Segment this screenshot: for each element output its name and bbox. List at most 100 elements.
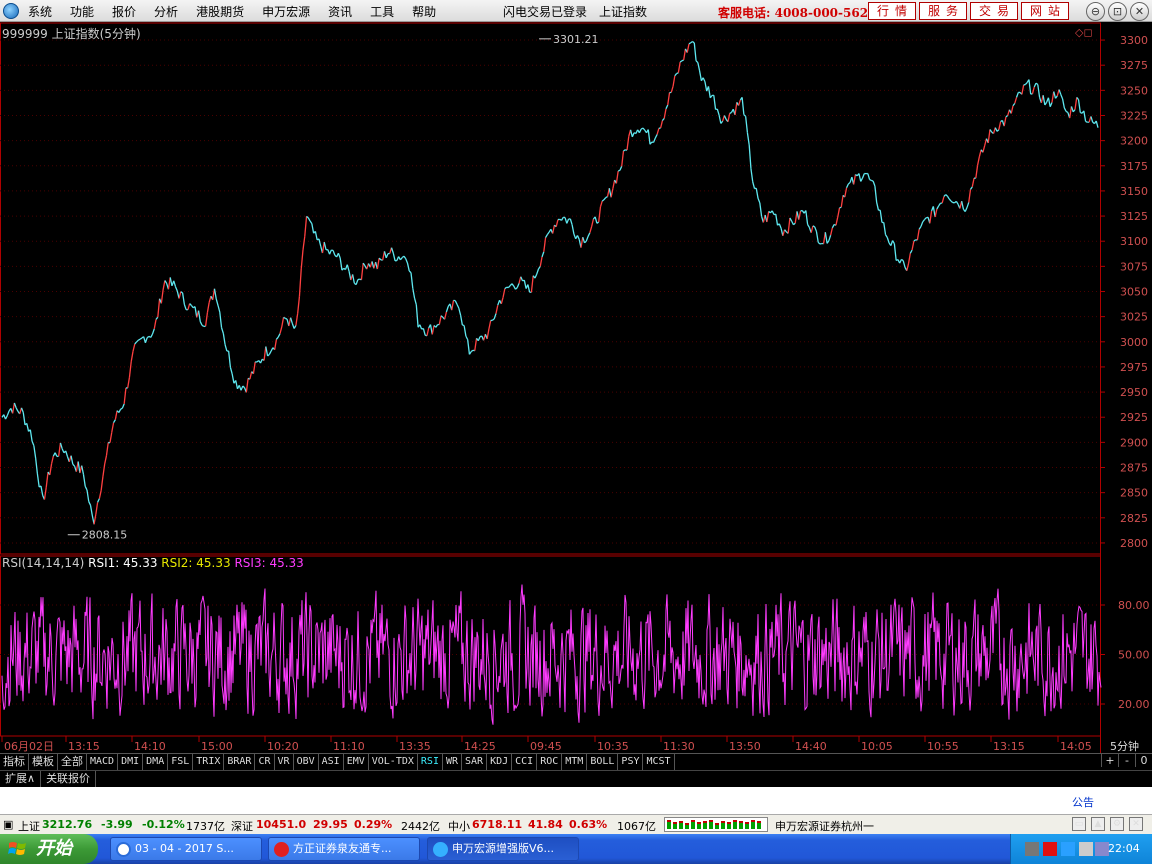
antivirus-icon[interactable] [1043,842,1057,856]
indicator-rsi[interactable]: RSI [418,754,443,770]
price-segment [70,455,74,465]
price-segment [302,236,306,250]
indicator-dmi[interactable]: DMI [118,754,144,770]
price-segment [1031,86,1035,94]
input-method-icon[interactable] [1095,842,1109,856]
minimize-icon[interactable]: ⊖ [1086,2,1105,21]
price-segment [922,219,925,223]
quick-button-2[interactable]: 交易 [970,2,1018,20]
menu-item-3[interactable]: 分析 [154,3,178,20]
price-segment [546,231,550,236]
menu-item-8[interactable]: 帮助 [412,3,436,20]
price-segment [283,316,286,319]
price-segment [929,210,933,224]
price-segment [941,196,945,204]
volume-bar [691,820,695,829]
indicator-macd[interactable]: MACD [87,754,119,770]
price-segment [357,278,360,281]
indicator-cat-2[interactable]: 全部 [58,754,87,770]
menu-item-2[interactable]: 报价 [112,3,136,20]
volume-icon[interactable] [1079,842,1093,856]
app-logo-icon[interactable] [3,3,19,19]
price-segment [128,361,132,378]
indicator-dma[interactable]: DMA [143,754,169,770]
indicator-mcst[interactable]: MCST [643,754,675,770]
menu-item-7[interactable]: 工具 [370,3,394,20]
sh-pct: -0.12% [142,818,185,831]
sz-label: 深证 [231,820,253,833]
price-segment [936,205,940,210]
time-label: 06月02日 [4,740,54,753]
close-window-icon[interactable]: ✕ [1130,2,1149,21]
indicator-asi[interactable]: ASI [319,754,344,770]
price-segment [571,224,575,235]
task-shenwan[interactable]: 申万宏源增强版V6... [427,837,579,861]
menu-item-0[interactable]: 系统 [28,3,52,20]
quick-button-0[interactable]: 行情 [868,2,916,20]
restore-icon[interactable]: ⊡ [1108,2,1127,21]
menu-item-4[interactable]: 港股期货 [196,3,244,20]
quick-button-3[interactable]: 网站 [1021,2,1069,20]
indicator-obv[interactable]: OBV [294,754,319,770]
indicator-cr[interactable]: CR [255,754,275,770]
signal-icon[interactable]: ▲ [1091,817,1105,831]
price-segment [720,120,724,124]
window-icon[interactable]: ▭ [1072,817,1086,831]
ext-tab-1[interactable]: 关联报价 [41,771,97,787]
indicator-brar[interactable]: BRAR [224,754,256,770]
ticker-icon[interactable]: ▣ [3,818,13,831]
ie-icon [116,842,131,857]
indicator-control-0[interactable]: + [1101,754,1118,767]
indicator-psy[interactable]: PSY [618,754,644,770]
price-segment [72,463,76,467]
gear-icon[interactable]: ⚙ [1110,817,1124,831]
price-segment [174,286,178,292]
indicator-kdj[interactable]: KDJ [487,754,513,770]
indicator-trix[interactable]: TRIX [193,754,225,770]
shenwan-icon [433,842,448,857]
shenwan-tray-icon[interactable] [1061,842,1075,856]
price-segment [144,337,148,344]
notice-link[interactable]: 公告 [1072,794,1094,810]
price-tick-label: 2850 [1120,487,1148,500]
ext-tab-0[interactable]: 扩展∧ [0,771,42,787]
indicator-cat-1[interactable]: 模板 [29,754,58,770]
indicator-emv[interactable]: EMV [344,754,369,770]
start-button[interactable]: 开始 [0,834,98,864]
indicator-control-2[interactable]: 0 [1135,754,1152,767]
price-segment [1069,106,1073,119]
quick-button-1[interactable]: 服务 [919,2,967,20]
network-icon[interactable] [1025,842,1039,856]
indicator-wr[interactable]: WR [443,754,463,770]
price-segment [516,283,520,288]
price-segment [695,60,699,64]
price-tick-label: 3175 [1120,160,1148,173]
price-segment [948,198,952,202]
period-label: 5分钟 [1110,739,1139,753]
price-segment [541,251,545,258]
menu-item-1[interactable]: 功能 [70,3,94,20]
indicator-cat-0[interactable]: 指标 [0,754,29,770]
indicator-cci[interactable]: CCI [512,754,538,770]
task-browser[interactable]: 03 - 04 - 2017 S... [110,837,262,861]
volume-bar [733,820,737,829]
indicator-sar[interactable]: SAR [462,754,488,770]
indicator-fsl[interactable]: FSL [168,754,194,770]
kline-chart[interactable]: 3301.212808.15 2800282528502875290029252… [0,22,1152,753]
time-label: 10:20 [267,740,299,753]
menu-item-6[interactable]: 资讯 [328,3,352,20]
indicator-vr[interactable]: VR [275,754,294,770]
indicator-boll[interactable]: BOLL [587,754,619,770]
menu-item-5[interactable]: 申万宏源 [262,3,310,20]
indicator-roc[interactable]: ROC [537,754,563,770]
price-segment [121,403,125,409]
indicator-vol-tdx[interactable]: VOL-TDX [369,754,418,770]
price-segment [968,189,972,203]
indicator-mtm[interactable]: MTM [562,754,588,770]
price-segment [793,222,796,226]
indicator-control-1[interactable]: - [1118,754,1135,767]
price-segment [1070,106,1074,113]
task-fangzheng[interactable]: 方正证券泉友通专... [268,837,420,861]
close-icon[interactable]: ✕ [1129,817,1143,831]
rsi-tick-label: 80.00 [1118,599,1150,612]
